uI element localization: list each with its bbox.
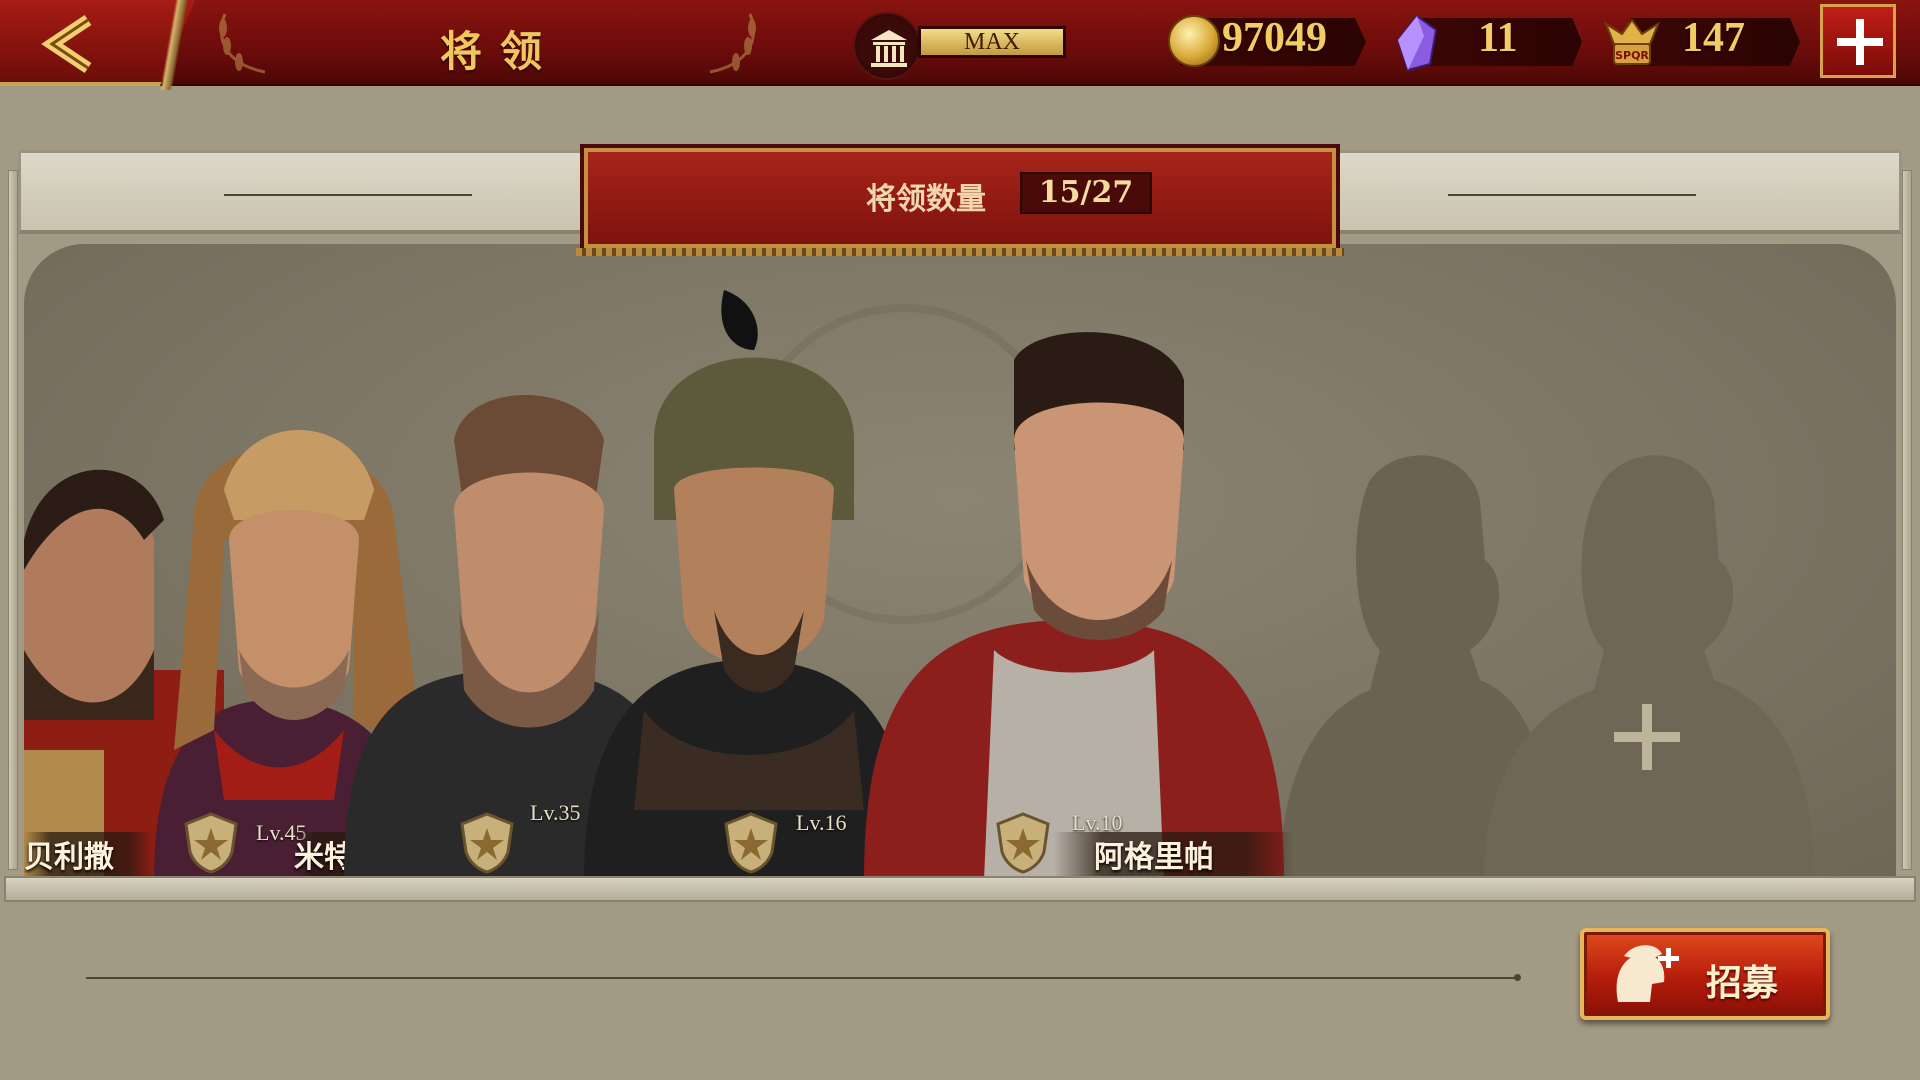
rank-shield-icon	[460, 812, 514, 874]
generals-count-label: 将领数量	[866, 182, 986, 217]
divider-line	[86, 977, 1518, 979]
spqr-value: 147	[1682, 15, 1745, 61]
frame-column-left	[8, 170, 18, 870]
purple-gem-icon	[1396, 14, 1438, 72]
hero-card[interactable]: Lv.10 阿格里帕	[844, 320, 1304, 880]
frame-line-left	[224, 194, 472, 196]
frame-line-right	[1448, 194, 1696, 196]
top-bar: 将领 MAX 97049 11 SPQR 147	[0, 0, 1920, 90]
recruit-label: 招募	[1706, 962, 1779, 1004]
temple-icon	[871, 30, 907, 67]
building-level-badge[interactable]	[853, 12, 921, 80]
building-level-bar: MAX	[918, 26, 1066, 58]
gem-value: 11	[1478, 15, 1518, 61]
back-button-edge	[150, 0, 198, 90]
generals-count-banner: 将领数量 15/27	[576, 148, 1344, 256]
empty-slot-silhouette[interactable]	[1474, 440, 1814, 880]
spartan-helmet-plus-icon	[1616, 945, 1679, 1002]
rank-shield-icon	[996, 812, 1050, 874]
generals-panel: 贝利撒 Lv.45 米特 Lv.35 Lv.16 Lv.10 阿格里帕 将领数量…	[0, 148, 1920, 902]
gold-value: 97049	[1222, 15, 1327, 61]
hero-level: Lv.16	[796, 810, 847, 835]
generals-count-value: 15/27	[1020, 172, 1152, 214]
hero-name: 阿格里帕	[1054, 832, 1294, 876]
laurel-right-icon	[709, 13, 756, 74]
hero-portrait	[864, 332, 1284, 880]
divider-dot	[1514, 974, 1521, 981]
recruit-button[interactable]: 招募	[1580, 928, 1830, 1020]
rank-shield-icon	[724, 812, 778, 874]
spqr-eagle-icon: SPQR	[1603, 18, 1661, 65]
svg-text:SPQR: SPQR	[1615, 49, 1649, 62]
laurel-left-icon	[219, 13, 266, 74]
back-arrow-icon	[41, 15, 92, 73]
panel-frame-bottom	[4, 876, 1916, 902]
add-general-slot-icon[interactable]	[1614, 704, 1680, 770]
hero-level: Lv.35	[530, 800, 581, 825]
frame-column-right	[1902, 170, 1912, 870]
gold-coin-icon	[1168, 15, 1220, 67]
hero-stage: 贝利撒 Lv.45 米特 Lv.35 Lv.16 Lv.10 阿格里帕	[24, 244, 1896, 880]
add-resource-button[interactable]	[1820, 4, 1896, 78]
rank-shield-icon	[184, 812, 238, 874]
page-title: 将领	[439, 27, 560, 76]
